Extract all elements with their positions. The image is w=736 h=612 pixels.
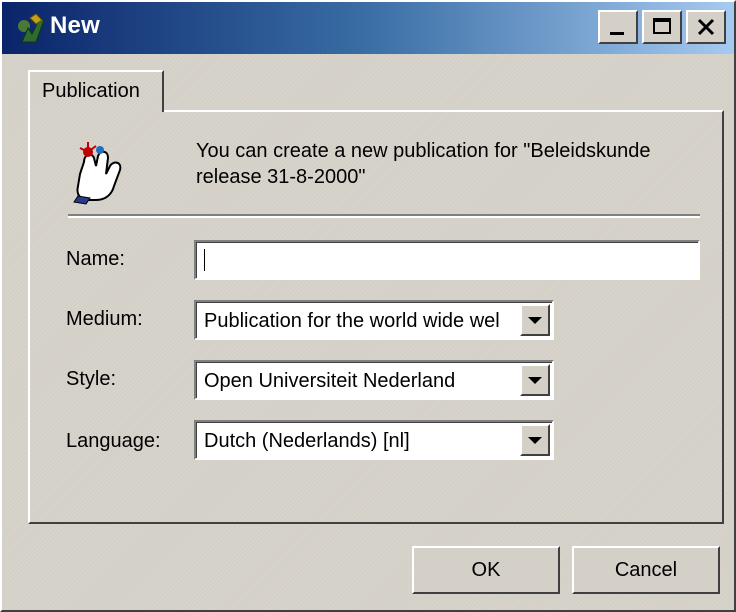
style-dropdown-button[interactable] <box>520 364 550 396</box>
ok-button[interactable]: OK <box>412 546 560 594</box>
title-buttons <box>598 10 726 44</box>
chevron-down-icon <box>528 437 542 444</box>
language-dropdown-button[interactable] <box>520 424 550 456</box>
style-select[interactable]: Open Universiteit Nederland <box>194 360 554 400</box>
hand-pointer-icon <box>73 142 122 205</box>
cancel-button[interactable]: Cancel <box>572 546 720 594</box>
minimize-button[interactable] <box>598 10 638 44</box>
medium-label-text: Medium: <box>66 308 143 330</box>
separator <box>68 214 700 218</box>
medium-label: Medium: <box>66 308 143 331</box>
name-label-text: Name: <box>66 248 125 270</box>
medium-value: Publication for the world wide wel <box>204 310 500 332</box>
language-label-text: Language: <box>66 430 161 452</box>
new-publication-dialog: New Publication You can create a new pub… <box>0 0 736 612</box>
name-label: Name: <box>66 248 125 271</box>
close-icon <box>697 18 715 36</box>
text-caret <box>204 249 205 271</box>
maximize-button[interactable] <box>642 10 682 44</box>
name-input[interactable] <box>194 240 700 280</box>
title-bar[interactable]: New <box>2 2 734 54</box>
maximize-icon <box>653 18 671 34</box>
tab-label: Publication <box>42 80 140 102</box>
style-value: Open Universiteit Nederland <box>204 370 456 392</box>
tab-publication[interactable]: Publication <box>28 70 164 112</box>
language-label: Language: <box>66 430 161 453</box>
close-button[interactable] <box>686 10 726 44</box>
tab-merge <box>30 110 162 114</box>
language-value: Dutch (Nederlands) [nl] <box>204 430 410 452</box>
style-label-text: Style: <box>66 368 117 390</box>
chevron-down-icon <box>528 317 542 324</box>
info-message: You can create a new publication for "Be… <box>196 140 651 188</box>
app-icon <box>18 13 45 43</box>
medium-dropdown-button[interactable] <box>520 304 550 336</box>
style-label: Style: <box>66 368 116 391</box>
medium-select[interactable]: Publication for the world wide wel <box>194 300 554 340</box>
minimize-icon <box>610 32 624 35</box>
window-title: New <box>50 12 100 39</box>
language-select[interactable]: Dutch (Nederlands) [nl] <box>194 420 554 460</box>
chevron-down-icon <box>528 377 542 384</box>
